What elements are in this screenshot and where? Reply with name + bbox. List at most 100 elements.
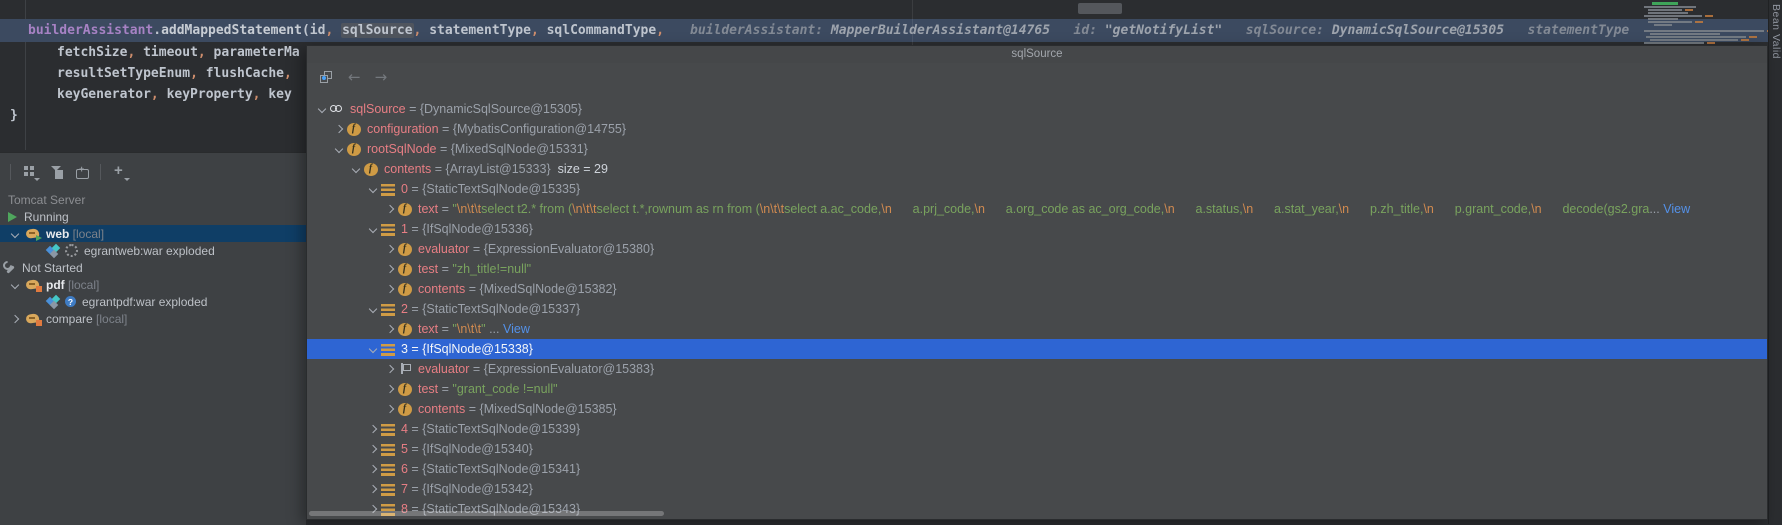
chevron-right-icon[interactable] (383, 203, 396, 216)
variable-row-2[interactable]: 2 = {StaticTextSqlNode@15337} (307, 299, 1767, 319)
text-segment: } (10, 108, 18, 123)
text-segment: {MybatisConfiguration@14755} (453, 122, 626, 136)
chevron-down-icon[interactable] (366, 183, 379, 196)
variable-row-test[interactable]: test = "grant_code !=null" (307, 379, 1767, 399)
chevron-down-icon[interactable] (366, 303, 379, 316)
text-segment: , (151, 87, 159, 102)
chevron-down-icon[interactable] (8, 278, 21, 291)
code-line-1[interactable]: builderAssistant.addMappedStatement(id, … (28, 19, 1638, 42)
text-segment: \n\t\t (457, 202, 481, 216)
text-segment: , (190, 66, 198, 81)
add-service-frame-icon[interactable] (76, 169, 89, 179)
chevron-down-icon[interactable] (315, 103, 328, 116)
forward-arrow-icon[interactable]: → (375, 70, 388, 85)
chevron-right-icon[interactable] (366, 463, 379, 476)
tomcat-config-icon (26, 278, 40, 291)
horizontal-scrollbar[interactable] (309, 511, 664, 516)
text-segment: builderAssistant: (690, 23, 823, 38)
code-line-2[interactable]: fetchSize, timeout, parameterMa (57, 42, 300, 63)
editor-overlay-pill (1078, 3, 1122, 14)
artifact-row[interactable]: egrantweb:war exploded (0, 242, 306, 259)
tab-bean-validation[interactable]: Bean Valid (1770, 4, 1782, 59)
code-line-5[interactable]: } (10, 105, 18, 126)
variable-row-evaluator[interactable]: evaluator = {ExpressionEvaluator@15380} (307, 239, 1767, 259)
filter-icon[interactable] (49, 164, 65, 180)
chevron-down-icon[interactable] (349, 163, 362, 176)
inspect-options-icon[interactable] (319, 70, 334, 85)
text-segment: select t2.* from ( (481, 202, 572, 216)
variable-row-contents[interactable]: contents = {MixedSqlNode@15382} (307, 279, 1767, 299)
text-segment: = (408, 222, 422, 236)
variable-row-6[interactable]: 6 = {StaticTextSqlNode@15341} (307, 459, 1767, 479)
text-segment: , (531, 23, 539, 38)
variable-row-rootSqlNode[interactable]: rootSqlNode = {MixedSqlNode@15331} (307, 139, 1767, 159)
chevron-right-icon[interactable] (383, 363, 396, 376)
minimap-line (1648, 9, 1682, 11)
chevron-down-icon[interactable] (8, 227, 21, 240)
variable-row-test[interactable]: test = "zh_title!=null" (307, 259, 1767, 279)
back-arrow-icon[interactable]: ← (348, 70, 361, 85)
variable-row-8[interactable]: 8 = {StaticTextSqlNode@15343} (307, 499, 1767, 519)
status-row-not-started[interactable]: Not Started (0, 259, 306, 276)
array-item-icon (381, 344, 395, 356)
minimap-line (1741, 39, 1749, 41)
variable-row-evaluator[interactable]: evaluator = {ExpressionEvaluator@15383} (307, 359, 1767, 379)
variable-row-contents[interactable]: contents = {ArrayList@15333} size = 29 (307, 159, 1767, 179)
chevron-down-icon[interactable] (366, 343, 379, 356)
variable-row-0[interactable]: 0 = {StaticTextSqlNode@15335} (307, 179, 1767, 199)
view-link[interactable]: View (503, 322, 530, 336)
text-segment: , (198, 45, 206, 60)
variable-row-7[interactable]: 7 = {IfSqlNode@15342} (307, 479, 1767, 499)
chevron-right-icon[interactable] (383, 283, 396, 296)
variable-row-text[interactable]: text = "\n\t\t" ... View (307, 319, 1767, 339)
variable-row-5[interactable]: 5 = {IfSqlNode@15340} (307, 439, 1767, 459)
chevron-right-icon[interactable] (383, 263, 396, 276)
chevron-right-icon[interactable] (383, 243, 396, 256)
text-segment: = (438, 322, 452, 336)
code-line-1-text[interactable]: builderAssistant.addMappedStatement(id, … (28, 20, 664, 42)
variable-row-text[interactable]: text = "\n\t\tselect t2.* from (\n\t\tse… (307, 199, 1767, 219)
config-name: web (46, 227, 69, 241)
chevron-down-icon[interactable] (366, 223, 379, 236)
chevron-right-icon[interactable] (366, 423, 379, 436)
chevron-down-icon[interactable] (332, 143, 345, 156)
artifact-icon (46, 244, 62, 258)
editor-minimap[interactable] (1644, 0, 1766, 45)
chevron-right-icon[interactable] (332, 123, 345, 136)
chevron-right-icon[interactable] (8, 312, 21, 325)
status-row-running[interactable]: Running (0, 208, 306, 225)
view-link[interactable]: View (1663, 202, 1690, 216)
variable-row-4[interactable]: 4 = {StaticTextSqlNode@15339} (307, 419, 1767, 439)
run-config-compare[interactable]: compare [local] (0, 310, 306, 327)
text-segment: sqlCommandType (539, 23, 656, 38)
add-icon[interactable] (112, 164, 128, 180)
code-line-4[interactable]: keyGenerator, keyProperty, key (57, 84, 292, 105)
code-line-3[interactable]: resultSetTypeEnum, flushCache, (57, 63, 292, 84)
chevron-right-icon[interactable] (383, 323, 396, 336)
status-badge (36, 286, 42, 292)
variable-row-sqlSource[interactable]: sqlSource = {DynamicSqlSource@15305} (307, 99, 1767, 119)
artifact-row[interactable]: ?egrantpdf:war exploded (0, 293, 306, 310)
text-segment: decode(gs2.gra (1542, 202, 1650, 216)
minimap-line (1648, 12, 1688, 14)
run-config-pdf[interactable]: pdf [local] (0, 276, 306, 293)
field-icon (398, 323, 412, 336)
text-segment: text (418, 322, 438, 336)
text-segment: keyGenerator (57, 87, 151, 102)
variable-row-1[interactable]: 1 = {IfSqlNode@15336} (307, 219, 1767, 239)
sqlsource-token[interactable]: sqlSource (341, 23, 413, 38)
text-segment: contents (384, 162, 431, 176)
variable-row-configuration[interactable]: configuration = {MybatisConfiguration@14… (307, 119, 1767, 139)
variable-row-3[interactable]: 3 = {IfSqlNode@15338} (307, 339, 1767, 359)
field-icon (364, 163, 378, 176)
chevron-right-icon[interactable] (366, 443, 379, 456)
chevron-right-icon[interactable] (383, 403, 396, 416)
chevron-right-icon[interactable] (383, 383, 396, 396)
text-segment: test (418, 262, 438, 276)
variable-row-contents[interactable]: contents = {MixedSqlNode@15385} (307, 399, 1767, 419)
text-segment: {StaticTextSqlNode@15335} (422, 182, 580, 196)
group-by-icon[interactable] (22, 164, 38, 180)
tomcat-config-icon (26, 227, 40, 240)
run-config-web[interactable]: web [local] (0, 225, 306, 242)
chevron-right-icon[interactable] (366, 483, 379, 496)
